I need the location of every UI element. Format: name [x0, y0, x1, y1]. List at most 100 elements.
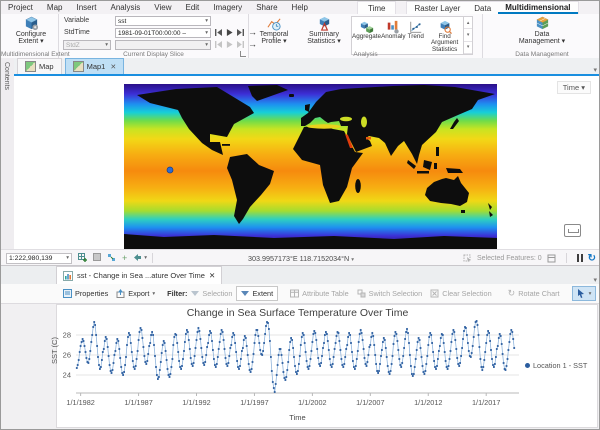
grid-add-icon[interactable]	[78, 253, 87, 264]
chevron-down-icon[interactable]: ▾	[144, 255, 147, 261]
menu-tab-view[interactable]: View	[147, 3, 178, 12]
map-status-bar: 1:222,980,139 ▾ + ▾ 303.9957173°E 118.71…	[1, 249, 600, 266]
step-back-icon-disabled[interactable]	[215, 41, 222, 48]
stdz-value-select[interactable]: ▾	[115, 40, 211, 50]
chart-tab[interactable]: sst - Change in Sea ...ature Over Time ✕	[56, 266, 222, 284]
filter-label: Filter:	[167, 289, 187, 298]
divider	[566, 253, 567, 263]
variable-value: sst	[118, 18, 126, 25]
view-tab-bar: Map Map1 ✕ ▾	[14, 58, 600, 74]
play-icon[interactable]	[226, 29, 233, 36]
menu-tab-project[interactable]: Project	[1, 3, 40, 12]
menu-tab-time[interactable]: Time	[357, 1, 396, 14]
trend-button[interactable]: Trend	[406, 17, 426, 54]
scale-combobox[interactable]: 1:222,980,139 ▾	[6, 253, 72, 264]
play-icon-disabled[interactable]	[226, 41, 233, 48]
coordinates-readout[interactable]: 303.9957173°E 118.7152034°N ▾	[248, 254, 354, 263]
attributes-pane-icon[interactable]	[547, 254, 556, 263]
group-label-multidimensional-extent: Multidimensional Extent	[1, 51, 58, 58]
configure-extent-button[interactable]: Configure Extent ▾	[10, 16, 52, 46]
switch-selection-button[interactable]: Switch Selection	[353, 287, 427, 300]
funnel-icon	[191, 291, 199, 296]
temporal-profile-button[interactable]: Temporal Profile ▾	[251, 16, 297, 46]
menu-tab-help[interactable]: Help	[285, 3, 315, 12]
iceland	[289, 94, 294, 97]
chart-tab-title: sst - Change in Sea ...ature Over Time	[77, 271, 205, 280]
properties-icon	[63, 289, 72, 298]
map-view[interactable]: Time ▾	[14, 76, 600, 249]
svg-text:26: 26	[63, 351, 71, 360]
location-1-marker[interactable]	[167, 167, 173, 173]
view-tab-map1[interactable]: Map1 ✕	[65, 58, 125, 74]
trend-icon	[409, 20, 423, 34]
temporal-profile-icon	[267, 16, 282, 31]
find-argument-statistics-icon	[438, 20, 452, 34]
chart-legend[interactable]: Location 1 - SST	[525, 361, 587, 370]
refresh-icon[interactable]: ↻	[588, 253, 596, 264]
notification-tray-icon[interactable]	[564, 224, 581, 237]
contents-panel-collapsed[interactable]: Contents	[1, 58, 15, 265]
trend-label: Trend	[408, 34, 424, 40]
close-icon[interactable]: ✕	[209, 271, 215, 280]
close-icon[interactable]: ✕	[110, 63, 116, 71]
variable-select[interactable]: sst▾	[115, 16, 211, 26]
tasmania	[461, 210, 465, 213]
gallery-scroll-down-icon[interactable]: ▾	[464, 29, 472, 41]
menu-tab-edit[interactable]: Edit	[178, 3, 206, 12]
anomaly-button[interactable]: Anomaly	[381, 17, 406, 54]
divider	[152, 253, 153, 263]
chart-pointer-tool-button[interactable]: ▾	[572, 286, 597, 301]
view-tab-map[interactable]: Map	[17, 58, 62, 74]
clear-selection-icon	[430, 289, 439, 298]
properties-button[interactable]: Properties	[59, 287, 112, 300]
chevron-down-icon: ▾	[205, 30, 208, 36]
map-icon	[73, 61, 84, 72]
chart-zoom-tool-button[interactable]	[596, 287, 600, 301]
pause-drawing-icon[interactable]	[577, 254, 583, 262]
filter-by-selection-button[interactable]: Selection	[187, 287, 236, 300]
add-feature-icon[interactable]: +	[122, 253, 127, 263]
find-argument-statistics-button[interactable]: Find Argument Statistics	[426, 17, 463, 54]
clear-selection-button[interactable]: Clear Selection	[426, 287, 495, 300]
rotate-chart-button[interactable]: ↻ Rotate Chart	[504, 286, 564, 301]
anomaly-label: Anomaly	[381, 34, 406, 40]
export-icon	[116, 289, 125, 298]
layout-square-icon[interactable]	[93, 253, 101, 263]
step-forward-icon-disabled[interactable]	[237, 41, 244, 48]
sst-raster-map[interactable]	[124, 84, 497, 251]
caspian-sea	[361, 117, 367, 128]
filter-by-extent-button[interactable]: Extent	[236, 286, 278, 301]
attribute-table-button[interactable]: Attribute Table	[286, 287, 353, 300]
scale-value: 1:222,980,139	[9, 255, 52, 262]
aggregate-button[interactable]: Aggregate	[352, 17, 381, 54]
export-button[interactable]: Export ▾	[112, 287, 159, 300]
menu-tab-imagery[interactable]: Imagery	[206, 3, 249, 12]
stdz-select[interactable]: StdZ▾	[63, 40, 111, 50]
menu-tab-raster-layer[interactable]: Raster Layer	[407, 4, 467, 13]
svg-text:1/1/1987: 1/1/1987	[124, 398, 152, 407]
step-forward-icon[interactable]	[237, 29, 244, 36]
export-label: Export	[128, 289, 149, 298]
gallery-scroll-up-icon[interactable]: ▴	[464, 17, 472, 29]
navigator-icon[interactable]	[133, 253, 142, 264]
stdtime-select[interactable]: 1981-09-01T00:00:00 –▾	[115, 28, 211, 38]
sst-line-chart[interactable]: 2426281/1/19821/1/19871/1/19921/1/19971/…	[1, 303, 600, 430]
menu-tab-insert[interactable]: Insert	[69, 3, 103, 12]
group-label-data-management: Data Management	[483, 51, 600, 58]
view-tab-map1-label: Map1	[87, 62, 106, 71]
ribbon-tab-bar: Project Map Insert Analysis View Edit Im…	[1, 1, 600, 14]
menu-tab-map[interactable]: Map	[40, 3, 70, 12]
step-back-icon[interactable]	[215, 29, 222, 36]
menu-tab-data[interactable]: Data	[467, 4, 498, 13]
summary-statistics-button[interactable]: Summary Statistics ▾	[299, 16, 349, 46]
configure-extent-label: Configure Extent ▾	[10, 31, 52, 46]
menu-tab-share[interactable]: Share	[249, 3, 284, 12]
time-overlay-button[interactable]: Time ▾	[557, 81, 591, 94]
chart-tabs-overflow-icon[interactable]: ▾	[593, 276, 600, 284]
view-tabs-overflow-icon[interactable]: ▾	[593, 66, 600, 74]
data-management-button[interactable]: Data Management ▾	[517, 16, 567, 46]
menu-tab-analysis[interactable]: Analysis	[103, 3, 147, 12]
menu-tab-multidimensional[interactable]: Multidimensional	[498, 3, 577, 14]
snapping-icon[interactable]	[107, 253, 116, 264]
dialog-launcher-icon[interactable]	[240, 51, 246, 57]
